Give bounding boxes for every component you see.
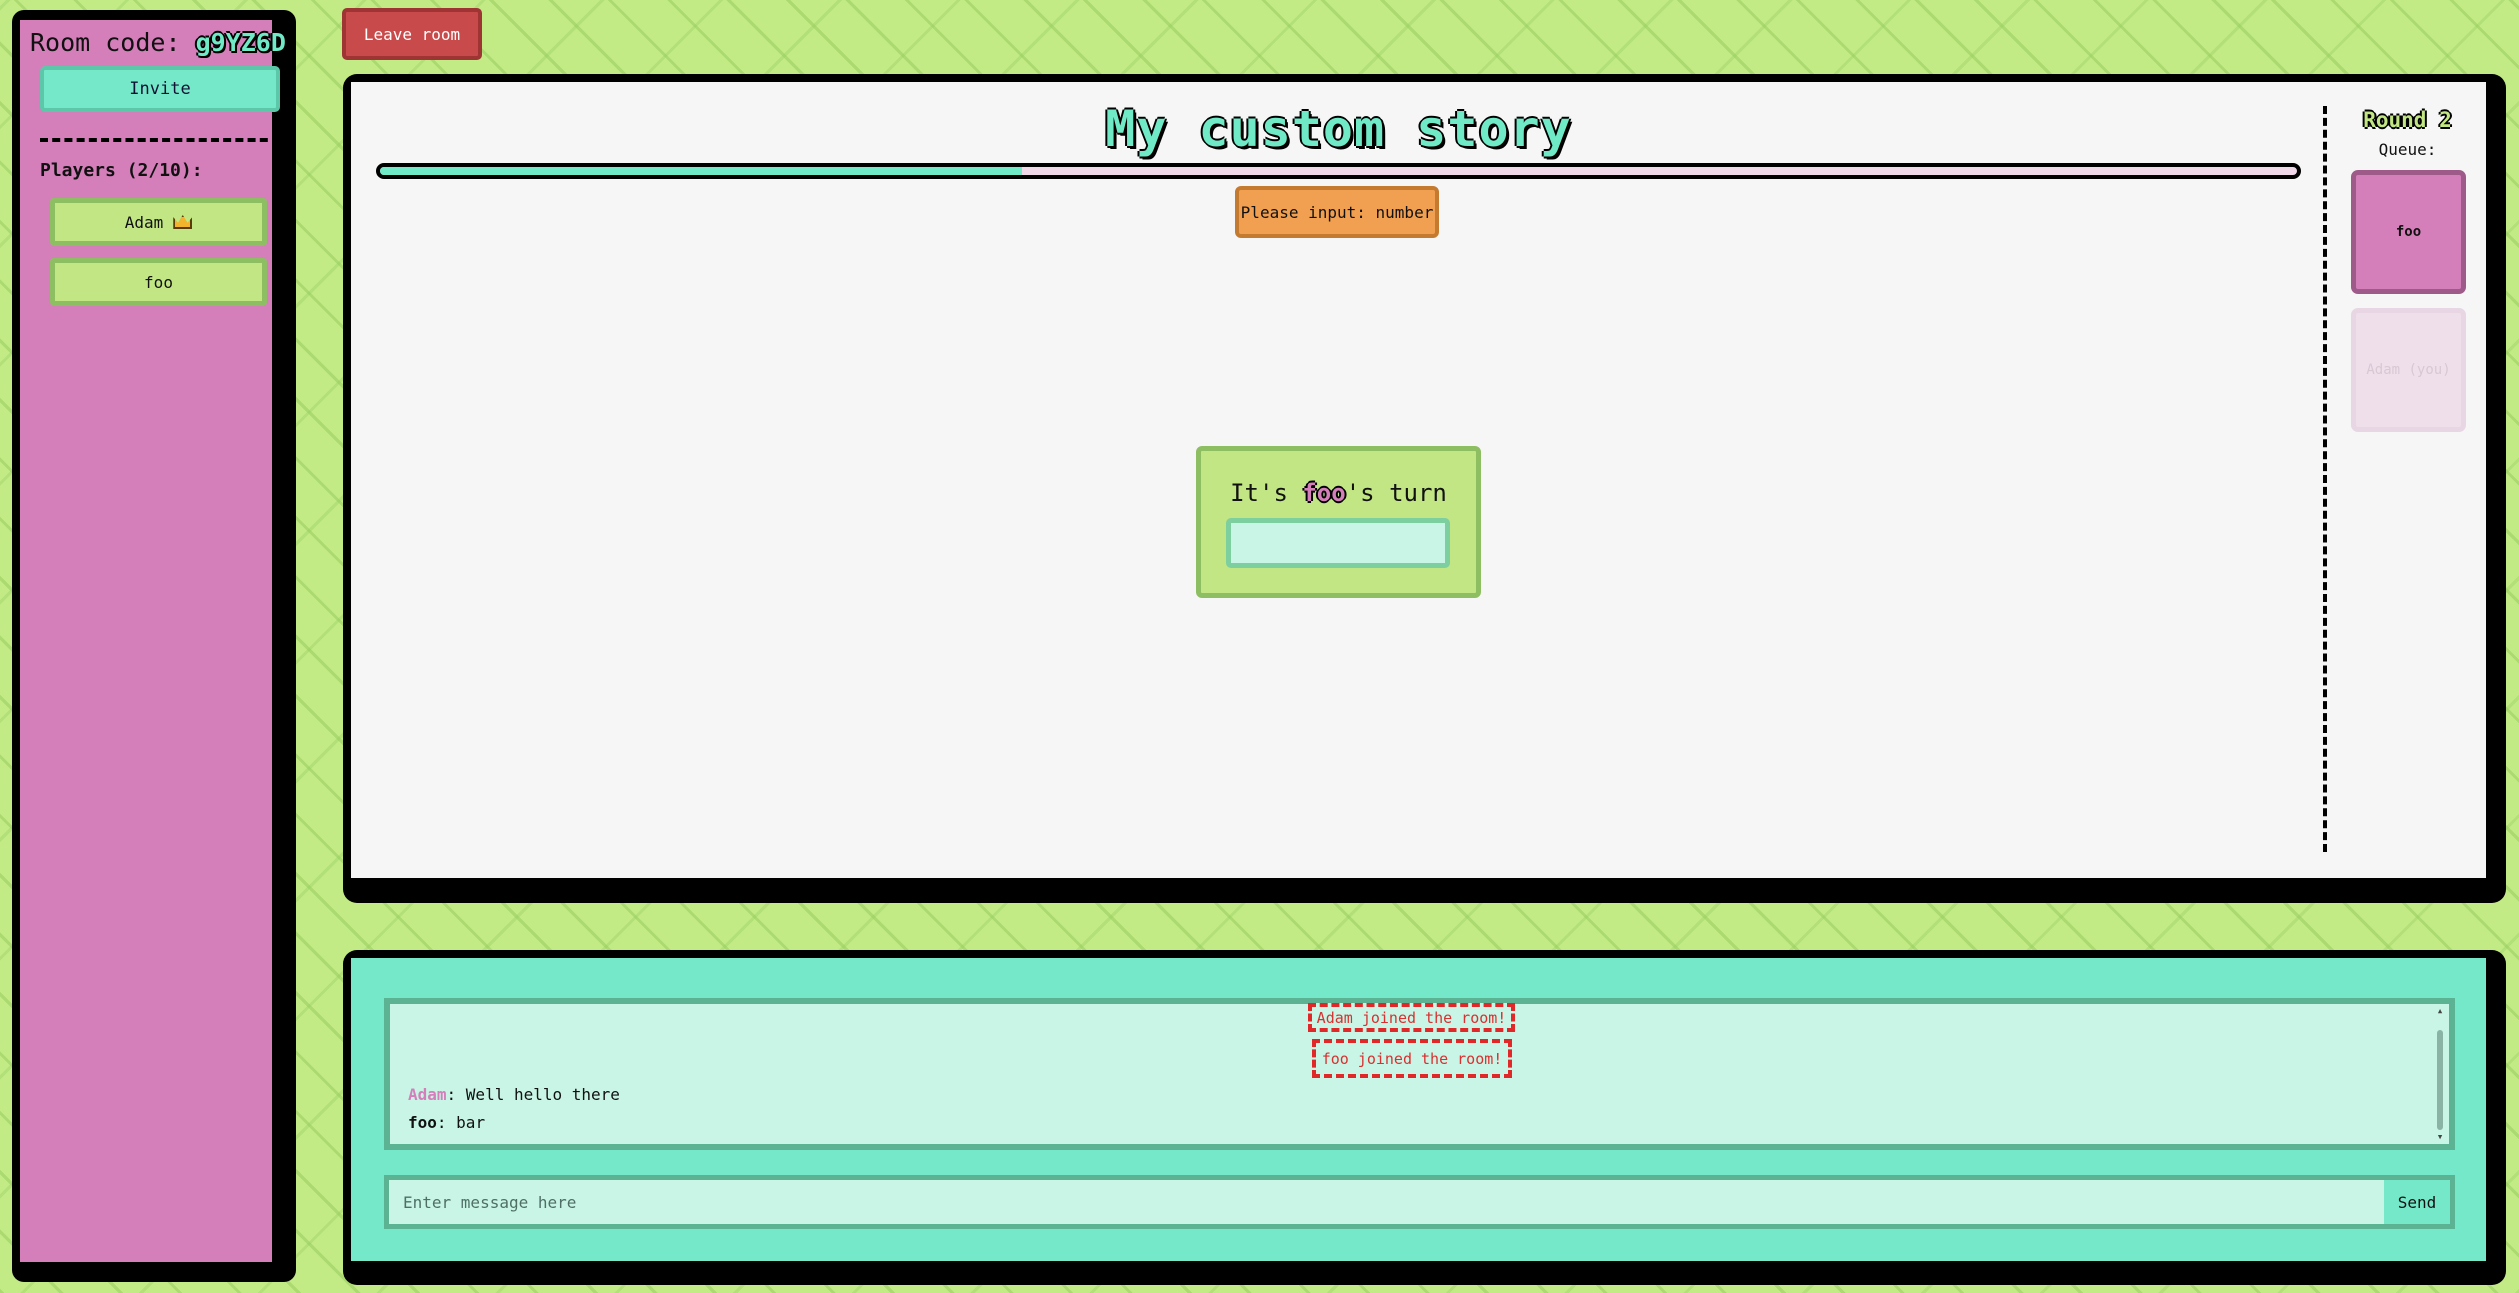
room-code: Room code: g9YZ6D [30,28,286,57]
round-label: Round 2 [2363,108,2452,132]
scroll-down-icon[interactable]: ▾ [2433,1130,2447,1144]
message-separator: : [446,1085,466,1104]
chat-message: foo: bar [408,1113,485,1132]
system-message: foo joined the room! [1312,1039,1512,1078]
turn-suffix: 's turn [1345,479,1447,507]
player-card-adam: Adam [50,198,267,246]
queue-divider [2323,106,2327,852]
story-title: My custom story [1105,100,1572,158]
message-input[interactable] [384,1175,2384,1229]
queue-card-next: Adam (you) [2351,308,2466,432]
progress-fill [380,167,1023,175]
turn-prefix: It's [1230,479,1303,507]
player-name: Adam [124,212,164,232]
system-message: Adam joined the room! [1308,1003,1515,1032]
turn-box: It's foo's turn [1196,446,1481,598]
turn-player-name: foo [1302,479,1346,507]
scroll-up-icon[interactable]: ▴ [2433,1004,2447,1018]
invite-button[interactable]: Invite [40,66,280,112]
send-button[interactable]: Send [2384,1175,2455,1229]
message-author: foo [408,1113,437,1132]
message-text: Well hello there [465,1085,620,1104]
message-separator: : [436,1113,457,1132]
input-prompt-badge: Please input: number [1235,186,1439,238]
turn-text: It's foo's turn [1201,479,1476,507]
crown-icon [173,215,193,229]
sidebar-divider [40,138,280,142]
chat-message: Adam: Well hello there [408,1085,620,1104]
turn-input-field[interactable] [1226,518,1450,568]
queue-label: Queue: [2378,140,2437,159]
scroll-thumb[interactable] [2437,1030,2443,1130]
player-card-foo: foo [50,258,267,306]
room-code-value: g9YZ6D [195,28,286,57]
message-author: Adam [408,1085,447,1104]
player-name: foo [144,272,173,292]
leave-room-button[interactable]: Leave room [342,8,482,60]
queue-card-current: foo [2351,170,2466,294]
story-progress-bar [376,163,2301,179]
room-code-label: Room code: [30,28,181,57]
chat-scrollbar[interactable]: ▴ ▾ [2433,1004,2447,1144]
message-text: bar [456,1113,486,1132]
players-heading: Players (2/10): [40,160,203,181]
